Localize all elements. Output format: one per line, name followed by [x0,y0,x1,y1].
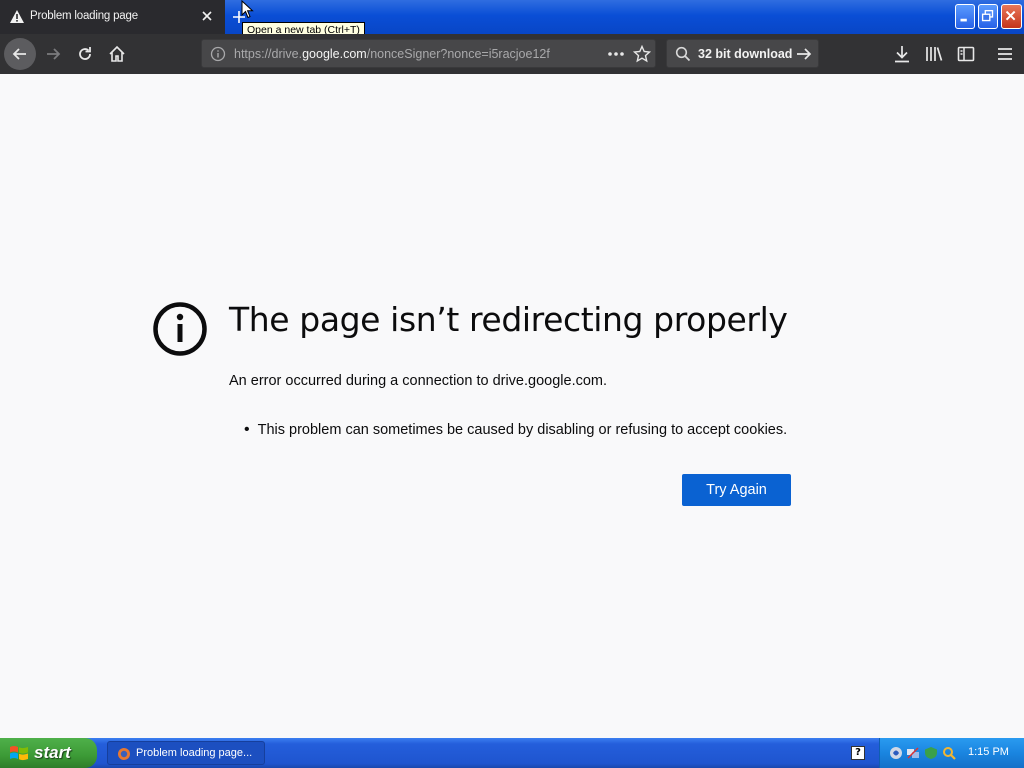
restore-icon [981,9,994,22]
url-domain: google.com [302,47,367,61]
back-button[interactable] [4,38,36,70]
restore-window-button[interactable] [978,4,998,29]
error-suggestions: This problem can sometimes be caused by … [244,421,788,439]
error-title: The page isn’t redirecting properly [229,300,788,339]
page-actions-icon[interactable] [606,45,626,63]
close-tab-icon[interactable] [199,8,215,24]
address-bar[interactable]: https://drive.google.com/nonceSigner?non… [201,39,656,68]
library-icon[interactable] [922,42,946,66]
system-clock: 1:15 PM [968,746,1009,758]
bookmark-star-icon[interactable] [633,45,651,63]
error-page: The page isn’t redirecting properly An e… [0,74,1024,738]
search-go-arrow-icon[interactable] [795,46,813,62]
help-icon[interactable]: ? [851,746,865,760]
minimize-icon [960,18,967,22]
mouse-cursor-icon [241,0,254,19]
url-text[interactable]: https://drive.google.com/nonceSigner?non… [234,47,574,61]
warning-icon [10,10,24,23]
try-again-button[interactable]: Try Again [682,474,791,506]
arrow-left-icon [12,48,26,60]
home-button[interactable] [101,38,133,70]
error-description: An error occurred during a connection to… [229,373,608,389]
home-icon [109,45,125,62]
tab-strip: Problem loading page Open a new tab (Ctr… [0,0,1024,38]
arrow-right-icon [47,48,61,60]
sidebar-icon[interactable] [954,42,978,66]
antivirus-tray-icon[interactable] [889,746,903,760]
network-tray-icon[interactable] [906,746,920,760]
close-icon [1005,10,1016,21]
start-button[interactable]: start [0,738,97,768]
url-path: /nonceSigner?nonce=i5racjoe12f [366,47,550,61]
info-circle-icon [153,302,207,356]
taskbar-item-browser[interactable]: Problem loading page... [107,741,265,765]
tab-problem-loading[interactable]: Problem loading page [0,0,225,34]
windows-flag-icon [10,746,28,761]
forward-button[interactable] [37,38,69,70]
url-prefix: https://drive. [234,47,303,61]
info-icon[interactable] [210,46,226,62]
security-tray-icon[interactable] [924,746,938,760]
search-icon [675,46,691,62]
windows-taskbar: start Problem loading page... ? 1:15 PM [0,738,1024,768]
search-input[interactable]: 32 bit download [698,47,792,61]
start-label: start [34,743,71,762]
error-suggestion-item: This problem can sometimes be caused by … [244,421,788,439]
downloads-icon[interactable] [890,42,914,66]
minimize-window-button[interactable] [955,4,975,29]
navigation-toolbar: https://drive.google.com/nonceSigner?non… [0,34,1024,74]
close-window-button[interactable] [1001,4,1022,29]
reload-button[interactable] [69,38,101,70]
tab-title: Problem loading page [30,10,138,22]
hamburger-menu-icon[interactable] [993,42,1017,66]
taskbar-item-label: Problem loading page... [136,747,253,759]
reload-icon [79,47,91,60]
search-tray-icon[interactable] [942,746,956,760]
browser-app-icon [118,748,130,760]
search-bar[interactable]: 32 bit download [666,39,819,68]
